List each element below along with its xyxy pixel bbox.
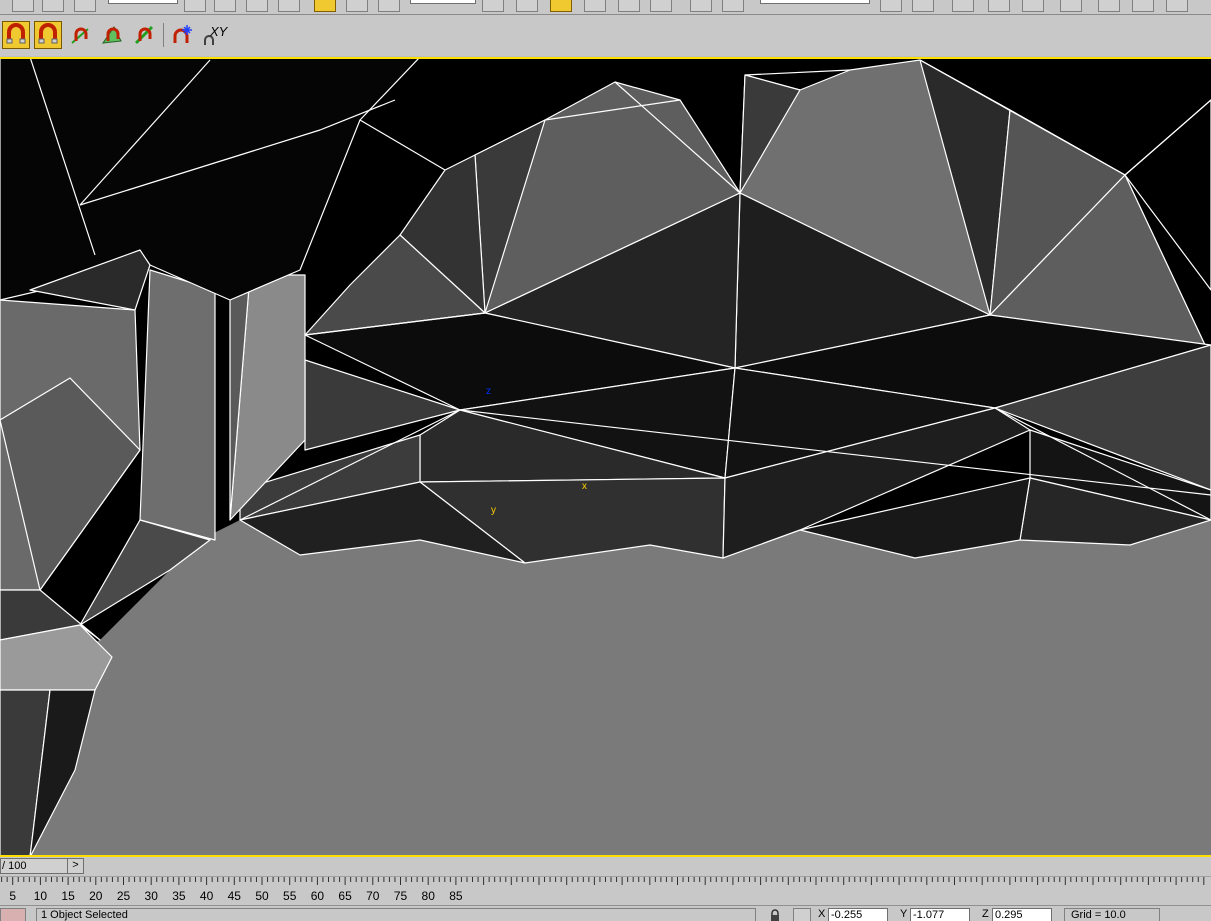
gizmo-z-label: z (486, 386, 491, 397)
select-manipulate-button[interactable] (516, 0, 538, 12)
render-frame-window-button[interactable] (1060, 0, 1082, 12)
unlink-button[interactable] (42, 0, 64, 12)
track-bar-label: 75 (394, 889, 408, 903)
snap-active-button[interactable] (550, 0, 572, 12)
z-coord-field[interactable]: 0.295 (992, 908, 1052, 921)
track-bar-label: 15 (61, 889, 75, 903)
snap-freeze-button[interactable] (168, 21, 196, 49)
layer-manager-button[interactable] (880, 0, 902, 12)
gizmo-y-label: y (491, 505, 496, 516)
select-rotate-button[interactable] (346, 0, 368, 12)
magnet-icon (38, 23, 58, 44)
snap-to-face-button[interactable] (98, 21, 126, 49)
magnet-icon (6, 23, 26, 44)
toolbar-separator (163, 23, 164, 47)
time-slider-value[interactable]: / 100 (0, 858, 68, 874)
x-coord-field[interactable]: -0.255 (828, 908, 888, 921)
track-bar-label: 50 (255, 889, 269, 903)
track-bar-label: 60 (311, 889, 325, 903)
track-bar-label: 65 (338, 889, 352, 903)
x-coord-label: X (818, 908, 826, 920)
y-coord-field[interactable]: -1.077 (910, 908, 970, 921)
track-bar[interactable]: 5 10 15 20 25 30 35 40 45 50 55 60 65 70 75 80 85 (0, 876, 1211, 905)
track-bar-label: 55 (283, 889, 297, 903)
bind-spacewarp-button[interactable] (74, 0, 96, 12)
environment-button[interactable] (1132, 0, 1154, 12)
select-move-button[interactable] (314, 0, 336, 12)
selection-status: 1 Object Selected (36, 908, 756, 921)
material-editor-button[interactable] (988, 0, 1010, 12)
select-scale-button[interactable] (378, 0, 400, 12)
snap-to-vertex-button[interactable] (34, 21, 62, 49)
render-setup-button[interactable] (1022, 0, 1044, 12)
time-slider[interactable]: / 100 > (0, 858, 84, 874)
named-selection-sets-button[interactable] (722, 0, 744, 12)
track-bar-label: 45 (228, 889, 242, 903)
named-selection-dropdown[interactable] (760, 0, 870, 4)
y-spinner[interactable] (970, 908, 978, 921)
normal-align-button[interactable] (650, 0, 672, 12)
reference-coordinate-dropdown[interactable] (410, 0, 476, 4)
snap-to-grid-points-button[interactable] (2, 21, 30, 49)
curve-editor-button[interactable] (912, 0, 934, 12)
time-slider-next-button[interactable]: > (68, 858, 84, 874)
gizmo-x-label: x (582, 481, 587, 492)
maxscript-listener-button[interactable] (0, 908, 26, 921)
x-spinner[interactable] (888, 908, 896, 921)
mirror-button[interactable] (584, 0, 606, 12)
absolute-mode-toggle[interactable] (793, 908, 811, 921)
track-bar-ruler: 5 10 15 20 25 30 35 40 45 50 55 60 65 70 75 80 85 (1, 877, 1205, 903)
spacing-tool-button[interactable] (690, 0, 712, 12)
pivot-center-button[interactable] (482, 0, 504, 12)
main-toolbar (0, 0, 1211, 15)
z-spinner[interactable] (1052, 908, 1060, 921)
track-bar-label: 85 (449, 889, 463, 903)
rectangular-selection-button[interactable] (246, 0, 268, 12)
snap-edge-icon (71, 27, 89, 44)
lock-icon[interactable] (768, 909, 782, 921)
snaps-toolbar: XY (0, 15, 1211, 56)
schematic-view-button[interactable] (952, 0, 974, 12)
selection-filter-dropdown[interactable] (108, 0, 178, 4)
track-bar-label: 10 (34, 889, 48, 903)
track-bar-label: 5 (9, 889, 16, 903)
track-bar-label: 25 (117, 889, 131, 903)
floor-plane (0, 520, 1211, 855)
time-slider-bar: / 100 > (0, 857, 1211, 876)
track-bar-label: 40 (200, 889, 214, 903)
window-crossing-button[interactable] (278, 0, 300, 12)
track-bar-label: 20 (89, 889, 103, 903)
select-by-name-button[interactable] (214, 0, 236, 12)
track-bar-label: 70 (366, 889, 380, 903)
axis-constraint-xy-button[interactable]: XY (200, 21, 228, 49)
snap-face-icon (101, 26, 122, 44)
quick-render-button[interactable] (1098, 0, 1120, 12)
status-bar: 1 Object Selected X -0.255 Y -1.077 Z 0.… (0, 905, 1211, 921)
y-coord-label: Y (900, 908, 908, 920)
track-bar-label: 35 (172, 889, 186, 903)
xy-label: XY (210, 24, 228, 39)
track-bar-label: 30 (145, 889, 159, 903)
render-production-button[interactable] (1166, 0, 1188, 12)
select-link-button[interactable] (12, 0, 34, 12)
z-coord-label: Z (982, 908, 989, 920)
snap-pivot-icon (134, 25, 154, 45)
mesh-wireframe (0, 59, 1211, 855)
snap-to-pivot-button[interactable] (130, 21, 158, 49)
select-object-button[interactable] (184, 0, 206, 12)
align-button[interactable] (618, 0, 640, 12)
perspective-viewport[interactable]: z x y (0, 57, 1211, 857)
grid-size-display: Grid = 10.0 (1064, 908, 1160, 921)
snap-to-edge-button[interactable] (66, 21, 94, 49)
snowflake-magnet-icon (173, 25, 192, 43)
track-bar-label: 80 (422, 889, 436, 903)
